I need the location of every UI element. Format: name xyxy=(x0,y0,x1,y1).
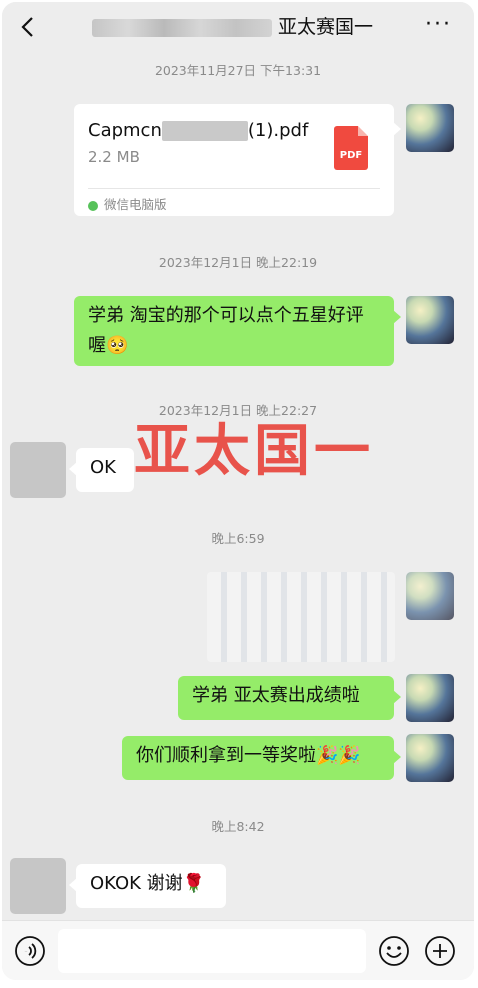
chat-title-text: 亚太赛国一 xyxy=(278,16,374,38)
overlay-watermark: 亚太国一 xyxy=(134,419,374,484)
my-avatar[interactable] xyxy=(406,674,454,722)
timestamp: 2023年11月27日 下午13:31 xyxy=(154,63,322,78)
contact-avatar[interactable] xyxy=(10,442,66,498)
voice-icon[interactable] xyxy=(14,935,46,967)
plus-icon[interactable] xyxy=(424,935,456,967)
my-avatar[interactable] xyxy=(406,104,454,152)
file-size: 2.2 MB xyxy=(88,148,140,166)
sent-message[interactable]: 学弟 淘宝的那个可以点个五星好评喔🥺 xyxy=(74,296,401,366)
timestamp: 晚上8:42 xyxy=(211,819,265,834)
more-options-button[interactable]: ··· xyxy=(425,12,452,37)
received-message[interactable]: OKOK 谢谢🌹 xyxy=(69,864,226,908)
chat-header: 亚太赛国一 ··· xyxy=(2,2,474,52)
sent-message[interactable]: 你们顺利拿到一等奖啦🎉🎉 xyxy=(122,736,401,780)
my-avatar[interactable] xyxy=(406,572,454,620)
message-input[interactable] xyxy=(58,929,366,973)
my-avatar[interactable] xyxy=(406,734,454,782)
file-name: Capmcn (1).pdf xyxy=(88,120,309,141)
chat-title: 亚太赛国一 xyxy=(92,15,373,39)
emoji-icon[interactable] xyxy=(378,935,410,967)
received-message[interactable]: OK xyxy=(69,448,134,492)
chat-window: 亚太赛国一 ··· 2023年11月27日 下午13:31 Capmcn (1).… xyxy=(2,2,474,980)
file-message[interactable]: Capmcn (1).pdf 2.2 MB PDF 微信电脑版 xyxy=(74,104,401,216)
timestamp: 2023年12月1日 晚上22:19 xyxy=(158,255,318,270)
image-message[interactable] xyxy=(207,572,395,662)
pdf-icon: PDF xyxy=(334,126,368,170)
chevron-left-icon[interactable] xyxy=(16,14,42,40)
redacted-name xyxy=(92,18,272,37)
file-source: 微信电脑版 xyxy=(88,194,167,213)
contact-avatar[interactable] xyxy=(10,858,66,914)
wechat-icon xyxy=(88,200,98,211)
my-avatar[interactable] xyxy=(406,296,454,344)
input-bar xyxy=(2,920,474,980)
sent-message[interactable]: 学弟 亚太赛出成绩啦 xyxy=(178,676,401,720)
timestamp: 晚上6:59 xyxy=(211,531,265,546)
redacted-filename xyxy=(161,121,248,141)
divider xyxy=(88,188,380,189)
